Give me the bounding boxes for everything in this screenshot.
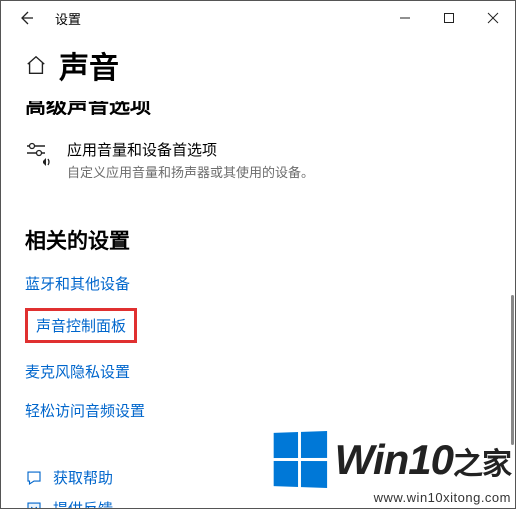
close-button[interactable] — [471, 3, 515, 33]
feedback-icon — [25, 500, 43, 509]
app-volume-option[interactable]: 应用音量和设备首选项 自定义应用音量和扬声器或其使用的设备。 — [25, 139, 497, 181]
minimize-icon — [399, 12, 411, 24]
link-feedback[interactable]: 提供反馈 — [53, 498, 113, 508]
help-icon — [25, 469, 43, 487]
minimize-button[interactable] — [383, 3, 427, 33]
back-button[interactable] — [11, 3, 41, 33]
maximize-button[interactable] — [427, 3, 471, 33]
home-icon[interactable] — [25, 54, 47, 76]
related-links: 蓝牙和其他设备 声音控制面板 麦克风隐私设置 轻松访问音频设置 — [25, 255, 497, 421]
link-bluetooth-devices[interactable]: 蓝牙和其他设备 — [25, 273, 130, 294]
maximize-icon — [443, 12, 455, 24]
link-get-help[interactable]: 获取帮助 — [53, 467, 113, 488]
scrollbar-thumb[interactable] — [511, 295, 514, 445]
arrow-left-icon — [18, 10, 34, 26]
option-description: 自定义应用音量和扬声器或其使用的设备。 — [67, 162, 314, 181]
link-sound-control-panel[interactable]: 声音控制面板 — [36, 315, 126, 336]
highlight-box: 声音控制面板 — [25, 308, 137, 343]
settings-window: 设置 声音 高级声音选项 — [0, 0, 516, 509]
footer-links: 获取帮助 提供反馈 — [25, 467, 497, 508]
page-title: 声音 — [59, 43, 119, 87]
sliders-volume-icon — [25, 141, 53, 181]
option-title: 应用音量和设备首选项 — [67, 139, 314, 160]
related-settings-heading: 相关的设置 — [25, 225, 497, 255]
titlebar-title: 设置 — [55, 9, 81, 28]
link-ease-audio[interactable]: 轻松访问音频设置 — [25, 400, 145, 421]
link-mic-privacy[interactable]: 麦克风隐私设置 — [25, 361, 130, 382]
titlebar: 设置 — [1, 1, 515, 35]
content-area: 声音 高级声音选项 应用音量和设备首选项 自定义应用音量和扬声器或其使用的设备。… — [1, 35, 515, 508]
page-title-row: 声音 — [25, 43, 497, 87]
advanced-heading-cropped: 高级声音选项 — [25, 101, 497, 115]
close-icon — [487, 12, 499, 24]
